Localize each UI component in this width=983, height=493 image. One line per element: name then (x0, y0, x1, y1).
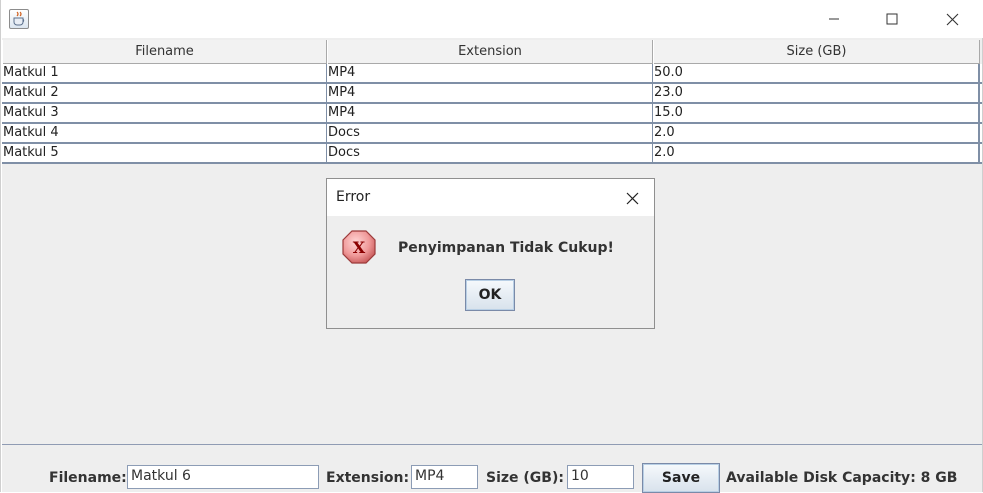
dialog-close-button[interactable] (621, 188, 643, 208)
input-form-bar: Filename: Matkul 6 Extension: MP4 Size (… (2, 446, 982, 493)
maximize-button[interactable] (863, 0, 921, 38)
table-header: Filename Extension Size (GB) (2, 40, 980, 64)
minimize-button[interactable] (805, 0, 863, 38)
error-x-icon: X (341, 229, 377, 265)
table-row[interactable]: Matkul 2 MP4 23.0 (2, 84, 982, 104)
table-body: Matkul 1 MP4 50.0 Matkul 2 MP4 23.0 Matk… (2, 64, 982, 164)
column-header-size[interactable]: Size (GB) (653, 40, 980, 64)
disk-capacity-label: Available Disk Capacity: 8 GB (726, 470, 958, 486)
svg-text:X: X (353, 238, 366, 257)
cell-size[interactable]: 2.0 (653, 124, 980, 142)
cell-size[interactable]: 23.0 (653, 84, 980, 102)
column-header-extension[interactable]: Extension (327, 40, 653, 64)
title-bar (1, 0, 983, 38)
maximize-icon (886, 13, 898, 25)
table-row[interactable]: Matkul 5 Docs 2.0 (2, 144, 982, 164)
dialog-title: Error (336, 189, 371, 205)
filename-label: Filename: (49, 470, 127, 486)
cell-size[interactable]: 50.0 (653, 64, 980, 82)
cell-extension[interactable]: Docs (327, 144, 653, 162)
filename-field[interactable]: Matkul 6 (127, 465, 319, 489)
minimize-icon (829, 18, 839, 20)
cell-filename[interactable]: Matkul 3 (2, 104, 327, 122)
size-label: Size (GB): (486, 470, 564, 486)
cell-extension[interactable]: MP4 (327, 84, 653, 102)
column-header-filename[interactable]: Filename (2, 40, 327, 64)
extension-label: Extension: (326, 470, 410, 486)
cell-filename[interactable]: Matkul 1 (2, 64, 327, 82)
table-row[interactable]: Matkul 4 Docs 2.0 (2, 124, 982, 144)
cell-size[interactable]: 15.0 (653, 104, 980, 122)
extension-field[interactable]: MP4 (411, 465, 478, 489)
cell-extension[interactable]: Docs (327, 124, 653, 142)
ok-button-label: OK (478, 287, 502, 303)
table-row[interactable]: Matkul 1 MP4 50.0 (2, 64, 982, 84)
dialog-title-bar: Error (327, 179, 654, 216)
size-field[interactable]: 10 (567, 465, 634, 489)
ok-button[interactable]: OK (465, 279, 515, 311)
table-row[interactable]: Matkul 3 MP4 15.0 (2, 104, 982, 124)
cell-filename[interactable]: Matkul 2 (2, 84, 327, 102)
dialog-message: Penyimpanan Tidak Cukup! (398, 240, 614, 256)
save-button[interactable]: Save (642, 463, 720, 493)
close-icon (626, 192, 638, 204)
error-dialog: Error X Penyimpanan Tidak Cukup! OK (326, 178, 655, 329)
close-button[interactable] (923, 0, 981, 38)
cell-filename[interactable]: Matkul 4 (2, 124, 327, 142)
close-icon (946, 13, 958, 25)
cell-size[interactable]: 2.0 (653, 144, 980, 162)
cell-extension[interactable]: MP4 (327, 64, 653, 82)
cell-extension[interactable]: MP4 (327, 104, 653, 122)
app-window: Filename Extension Size (GB) Matkul 1 MP… (0, 0, 983, 493)
cell-filename[interactable]: Matkul 5 (2, 144, 327, 162)
java-cup-icon[interactable] (9, 9, 29, 29)
